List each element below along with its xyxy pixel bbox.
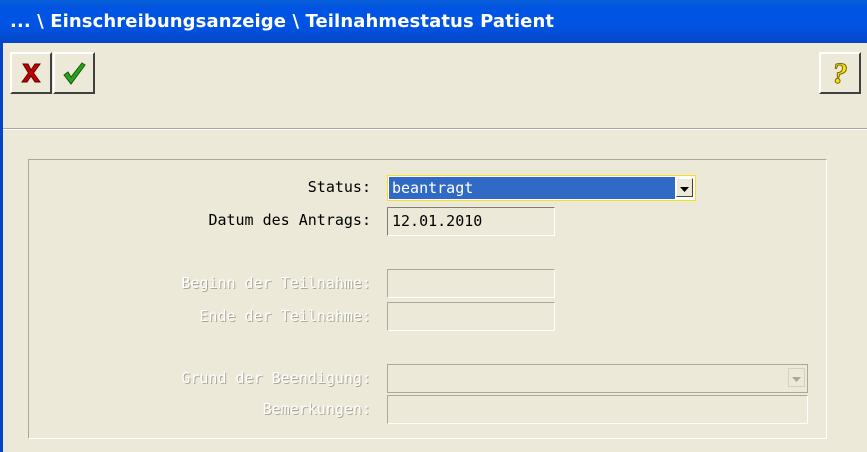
status-dropdown-button[interactable] <box>676 178 693 197</box>
toolbar: ? <box>3 43 867 121</box>
beginn-field[interactable] <box>387 269 555 298</box>
window-title: ... \ Einschreibungsanzeige \ Teilnahmes… <box>10 11 555 32</box>
grund-select[interactable] <box>387 364 808 393</box>
status-select[interactable]: beantragt <box>387 175 696 201</box>
svg-text:?: ? <box>833 57 848 89</box>
question-mark-icon: ? <box>827 57 853 89</box>
help-button[interactable]: ? <box>819 52 861 94</box>
toolbar-separator <box>3 128 867 130</box>
title-bar: ... \ Einschreibungsanzeige \ Teilnahmes… <box>0 0 867 43</box>
status-select-value: beantragt <box>389 177 675 199</box>
ende-field[interactable] <box>387 302 555 331</box>
beginn-label: Beginn der Teilnahme: <box>181 274 371 292</box>
datum-label: Datum des Antrags: <box>208 211 371 229</box>
grund-dropdown-button[interactable] <box>788 368 805 387</box>
datum-field: 12.01.2010 <box>387 207 555 236</box>
grund-label: Grund der Beendigung: <box>181 369 371 387</box>
confirm-button[interactable] <box>53 52 95 94</box>
cancel-button[interactable] <box>10 52 52 94</box>
status-label: Status: <box>307 178 371 196</box>
check-icon <box>60 59 88 87</box>
bemerkungen-label: Bemerkungen: <box>262 400 371 418</box>
bemerkungen-field[interactable] <box>387 395 808 424</box>
x-icon <box>18 60 44 86</box>
chevron-down-icon <box>680 178 689 197</box>
ende-label: Ende der Teilnahme: <box>199 307 371 325</box>
chevron-down-icon <box>792 368 801 387</box>
